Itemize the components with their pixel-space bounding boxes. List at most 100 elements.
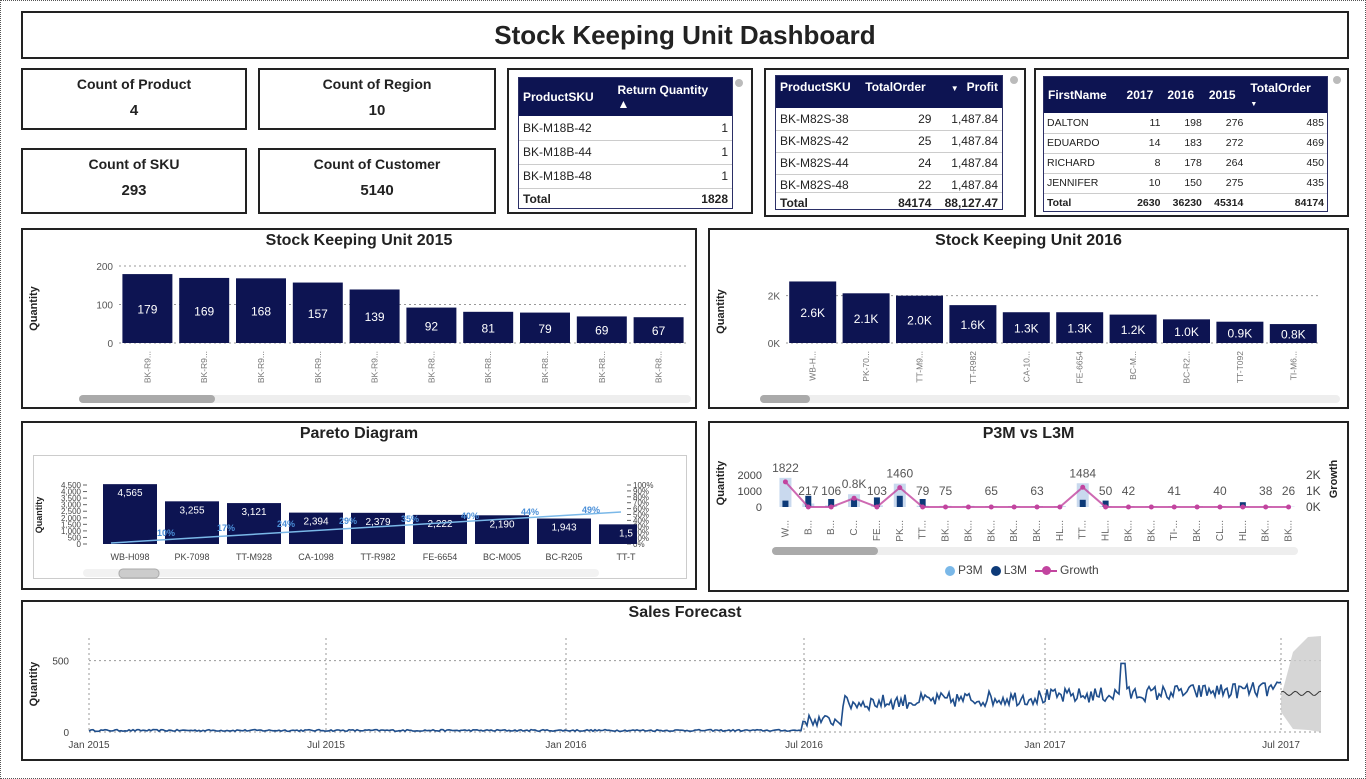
y-tick-label: 100	[96, 301, 113, 312]
col-header[interactable]: 2016	[1163, 77, 1205, 113]
col-header[interactable]: TotalOrder ▼	[1246, 77, 1327, 113]
y-tick-label: 2000	[738, 470, 762, 482]
table-row[interactable]: BK-M82S-42 25 1,487.84	[776, 130, 1002, 153]
x-tick-label: BK...	[963, 520, 974, 542]
x-tick-label: B...	[826, 520, 837, 535]
col-header[interactable]: Return Quantity ▲	[613, 78, 732, 116]
legend-item-l3m[interactable]: L3M	[990, 563, 1027, 577]
y-tick-label: 4,500	[61, 481, 82, 490]
growth-point	[851, 495, 857, 501]
data-label: 42	[1122, 484, 1136, 498]
x-tick-label: WB-H098	[110, 552, 149, 562]
table-row[interactable]: BK-M82S-48 22 1,487.84	[776, 174, 1002, 193]
cell: BK-M18B-42	[519, 116, 614, 141]
table-row[interactable]: RICHARD 8 178 264 450	[1044, 153, 1327, 174]
cell: 8	[1122, 153, 1164, 174]
table-row[interactable]: EDUARDO 14 183 272 469	[1044, 133, 1327, 154]
table-row[interactable]: BK-M82S-38 29 1,487.84	[776, 108, 1002, 131]
sku-2016-chart: Quantity 0K 2K 2.6K WB-H... 2.1K PK-70... 2.0K T…	[715, 281, 1340, 403]
cell: 22	[861, 174, 936, 193]
sku-2015-panel: Stock Keeping Unit 2015 Quantity 0 100 200 1…	[21, 228, 697, 409]
returns-table[interactable]: ProductSKU Return Quantity ▲ BK-M18B-42 1 …	[518, 77, 733, 209]
x-tick-label: WB-H...	[808, 351, 818, 381]
table-row[interactable]: DALTON 11 198 276 485	[1044, 113, 1327, 134]
total-row: Total 2630 36230 45314 84174	[1044, 192, 1327, 211]
table-row[interactable]: JENNIFER 10 150 275 435	[1044, 173, 1327, 194]
scrollbar-thumb	[118, 568, 160, 579]
cell: 450	[1246, 153, 1327, 174]
sort-down-icon: ▼	[1250, 101, 1258, 108]
scrollbar-thumb[interactable]	[1010, 76, 1018, 84]
bar-value-label: 1,5	[619, 528, 633, 539]
col-header[interactable]: ProductSKU	[519, 78, 614, 116]
scrollbar-thumb	[79, 395, 215, 403]
y-axis-label: Quantity	[28, 285, 40, 330]
profit-table[interactable]: ProductSKU TotalOrder ▼ Profit BK-M82S-38…	[775, 75, 1003, 210]
x-tick-label: BK-R8...	[597, 351, 607, 383]
table-row[interactable]: BK-M82S-44 24 1,487.84	[776, 152, 1002, 175]
y2-tick-label: 1K	[1306, 484, 1321, 498]
x-tick-label: TI-...	[1169, 520, 1180, 541]
col-header[interactable]: FirstName	[1044, 77, 1123, 113]
bar-value-label: 2.1K	[854, 312, 879, 326]
cell: 1,487.84	[935, 152, 1002, 175]
legend-item-p3m[interactable]: P3M	[945, 563, 983, 577]
growth-point	[1057, 504, 1063, 510]
growth-point	[965, 504, 971, 510]
bar-value-label: 2,394	[303, 517, 328, 528]
data-label: 79	[916, 484, 930, 498]
cumulative-pct-label: 10%	[157, 528, 175, 538]
bar-value-label: 1.0K	[1174, 325, 1199, 339]
col-header[interactable]: 2015	[1204, 77, 1247, 113]
l3m-bar	[1079, 499, 1086, 507]
cell: 469	[1246, 133, 1327, 154]
x-tick-label: Jan 2015	[68, 740, 110, 751]
col-header[interactable]: ▼ Profit	[935, 76, 1002, 108]
data-label: 65	[985, 484, 999, 498]
scrollbar-track	[83, 569, 599, 577]
scrollbar-thumb[interactable]	[735, 79, 743, 87]
bar-value-label: 1.3K	[1067, 322, 1092, 336]
cell: 264	[1204, 153, 1247, 174]
scrollbar-thumb[interactable]	[1333, 76, 1341, 84]
table-row[interactable]: BK-M18B-48 1	[519, 164, 732, 189]
col-header-label: TotalOrder	[1250, 81, 1311, 95]
col-header[interactable]: ProductSKU	[776, 76, 862, 108]
forecast-band	[1281, 636, 1321, 732]
x-tick-label: HL...	[1238, 520, 1249, 541]
y2-axis-label: Growth	[1328, 459, 1340, 498]
bar-value-label: 1.6K	[961, 318, 986, 332]
cumulative-pct-label: 40%	[461, 511, 479, 521]
total-row: Total 1828	[519, 187, 732, 208]
x-tick-label: BC-R2...	[1182, 351, 1192, 384]
x-tick-label: BK-R8...	[426, 351, 436, 383]
y-tick-label: 0	[107, 339, 113, 350]
bar-value-label: 3,255	[179, 505, 204, 516]
returns-table-panel: ProductSKU Return Quantity ▲ BK-M18B-42 1 …	[507, 68, 753, 214]
cell: EDUARDO	[1044, 133, 1123, 154]
col-header[interactable]: 2017	[1122, 77, 1164, 113]
table-row[interactable]: BK-M18B-44 1	[519, 140, 732, 165]
pareto-panel: Pareto Diagram Quantity 0 500 1,000 1,500 2,0…	[21, 421, 697, 590]
table-row[interactable]: BK-M18B-42 1	[519, 116, 732, 141]
customer-table[interactable]: FirstName 2017 2016 2015 TotalOrder ▼ DAL…	[1043, 76, 1328, 212]
y2-tick-label: 2K	[1306, 468, 1321, 482]
x-tick-label: TT-M9...	[915, 351, 925, 383]
cell: 1	[613, 140, 732, 165]
cumulative-pct-label: 17%	[217, 523, 235, 533]
col-header[interactable]: TotalOrder	[861, 76, 936, 108]
legend-label: P3M	[958, 563, 983, 577]
kpi-card-product: Count of Product 4	[21, 68, 247, 130]
x-tick-label: HL...	[1055, 520, 1066, 541]
cell: 1,487.84	[935, 108, 1002, 131]
bar-value-label: 168	[251, 305, 271, 319]
x-tick-label: FE-6654	[423, 552, 458, 562]
legend-item-growth[interactable]: Growth	[1035, 563, 1099, 577]
cell: 24	[861, 152, 936, 175]
cell: 1,487.84	[935, 174, 1002, 193]
cell: 10	[1122, 173, 1164, 194]
y2-tick-label: 100%	[633, 481, 653, 490]
x-tick-label: BK-R9...	[142, 351, 152, 383]
actual-line	[88, 662, 1282, 733]
x-tick-label: B...	[803, 520, 814, 535]
